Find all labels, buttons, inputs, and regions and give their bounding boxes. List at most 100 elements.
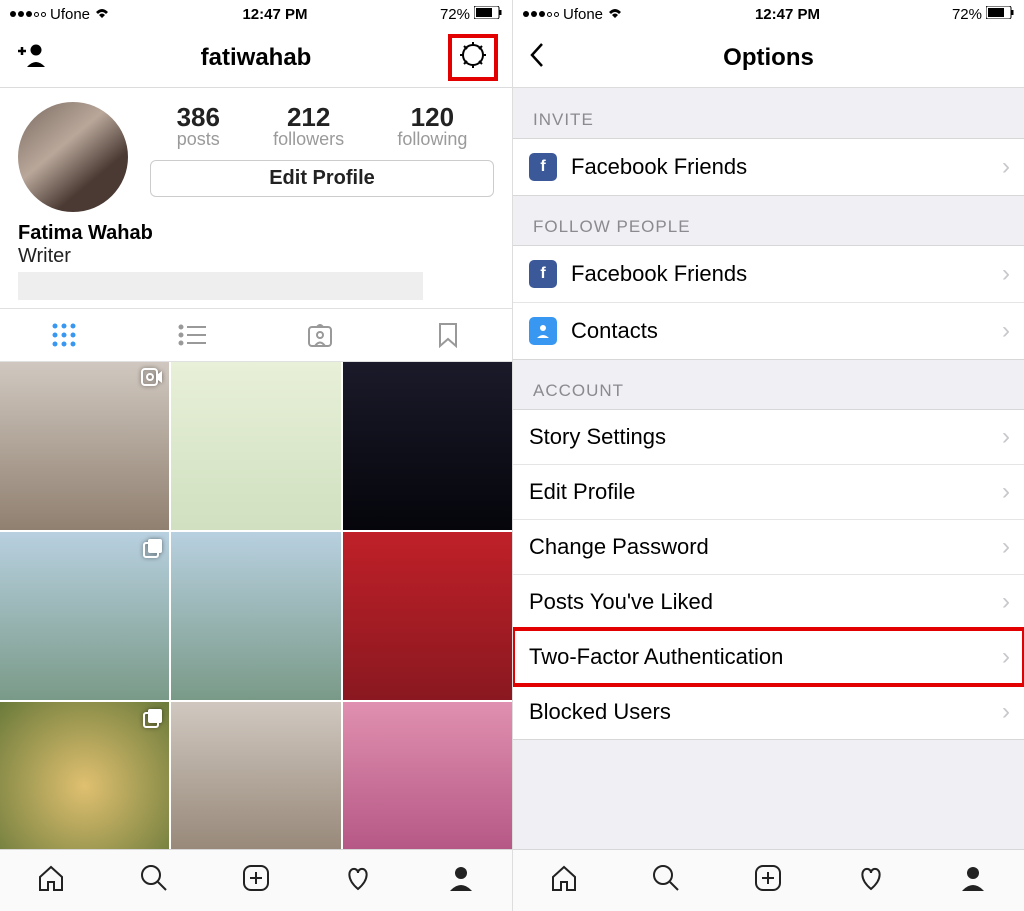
row-blocked-users[interactable]: Blocked Users ›	[513, 684, 1024, 740]
options-list[interactable]: INVITE f Facebook Friends › FOLLOW PEOPL…	[513, 88, 1024, 849]
row-two-factor-auth[interactable]: Two-Factor Authentication ›	[513, 629, 1024, 685]
section-account: ACCOUNT	[513, 359, 1024, 409]
row-label: Story Settings	[529, 424, 666, 450]
row-facebook-friends-follow[interactable]: f Facebook Friends ›	[513, 245, 1024, 303]
status-bar: Ufone 12:47 PM 72%	[0, 0, 512, 28]
tab-list[interactable]	[128, 309, 256, 361]
add-post-icon[interactable]	[241, 863, 271, 898]
post-cell[interactable]	[343, 702, 512, 849]
chevron-right-icon: ›	[1002, 317, 1010, 345]
row-posts-liked[interactable]: Posts You've Liked ›	[513, 574, 1024, 630]
post-cell[interactable]	[171, 532, 340, 700]
stat-posts[interactable]: 386 posts	[177, 102, 220, 150]
bottom-tab-bar	[0, 849, 512, 911]
carousel-icon	[143, 538, 163, 563]
options-title: Options	[723, 44, 814, 72]
posts-grid	[0, 362, 512, 849]
options-nav: Options	[513, 28, 1024, 88]
row-label: Blocked Users	[529, 699, 671, 725]
row-facebook-friends-invite[interactable]: f Facebook Friends ›	[513, 138, 1024, 196]
chevron-right-icon: ›	[1002, 423, 1010, 451]
profile-view-tabs	[0, 308, 512, 362]
post-cell[interactable]	[343, 362, 512, 530]
following-label: following	[397, 129, 467, 150]
gear-icon[interactable]	[458, 57, 488, 74]
post-cell[interactable]	[0, 702, 169, 849]
bio-link-redacted	[18, 272, 423, 300]
heart-icon[interactable]	[856, 863, 886, 898]
signal-dots-icon	[523, 11, 559, 17]
clock: 12:47 PM	[755, 6, 820, 23]
battery-percent: 72%	[440, 6, 470, 23]
back-icon[interactable]	[527, 40, 547, 75]
battery-percent: 72%	[952, 6, 982, 23]
profile-tab-icon[interactable]	[958, 863, 988, 898]
post-cell[interactable]	[171, 702, 340, 849]
add-user-icon[interactable]	[14, 41, 46, 74]
wifi-icon	[94, 6, 110, 23]
section-follow: FOLLOW PEOPLE	[513, 195, 1024, 245]
row-edit-profile[interactable]: Edit Profile ›	[513, 464, 1024, 520]
chevron-right-icon: ›	[1002, 533, 1010, 561]
post-cell[interactable]	[343, 532, 512, 700]
facebook-icon: f	[529, 153, 557, 181]
profile-tab-icon[interactable]	[446, 863, 476, 898]
row-label: Facebook Friends	[571, 154, 747, 180]
home-icon[interactable]	[36, 863, 66, 898]
chevron-right-icon: ›	[1002, 698, 1010, 726]
stat-following[interactable]: 120 following	[397, 102, 467, 150]
row-contacts[interactable]: Contacts ›	[513, 302, 1024, 360]
tab-tagged[interactable]	[256, 309, 384, 361]
profile-username: fatiwahab	[201, 44, 312, 72]
battery-icon	[986, 6, 1014, 23]
followers-label: followers	[273, 129, 344, 150]
row-label: Posts You've Liked	[529, 589, 713, 615]
heart-icon[interactable]	[343, 863, 373, 898]
row-story-settings[interactable]: Story Settings ›	[513, 409, 1024, 465]
row-change-password[interactable]: Change Password ›	[513, 519, 1024, 575]
chevron-right-icon: ›	[1002, 260, 1010, 288]
home-icon[interactable]	[549, 863, 579, 898]
row-label: Two-Factor Authentication	[529, 644, 783, 670]
wifi-icon	[607, 6, 623, 23]
add-post-icon[interactable]	[753, 863, 783, 898]
tab-grid[interactable]	[0, 309, 128, 361]
status-bar: Ufone 12:47 PM 72%	[513, 0, 1024, 28]
chevron-right-icon: ›	[1002, 588, 1010, 616]
bio-text: Writer	[18, 245, 494, 268]
options-screen: Ufone 12:47 PM 72% Options INVITE f Face…	[512, 0, 1024, 911]
post-cell[interactable]	[0, 362, 169, 530]
chevron-right-icon: ›	[1002, 643, 1010, 671]
bio-block: Fatima Wahab Writer	[0, 220, 512, 308]
contacts-icon	[529, 317, 557, 345]
row-label: Change Password	[529, 534, 709, 560]
carrier-label: Ufone	[50, 6, 90, 23]
row-label: Edit Profile	[529, 479, 635, 505]
row-label: Facebook Friends	[571, 261, 747, 287]
carrier-label: Ufone	[563, 6, 603, 23]
search-icon[interactable]	[651, 863, 681, 898]
chevron-right-icon: ›	[1002, 153, 1010, 181]
battery-icon	[474, 6, 502, 23]
search-icon[interactable]	[139, 863, 169, 898]
settings-gear-highlight	[448, 34, 498, 81]
edit-profile-button[interactable]: Edit Profile	[150, 160, 494, 197]
posts-label: posts	[177, 129, 220, 150]
post-cell[interactable]	[171, 362, 340, 530]
stat-followers[interactable]: 212 followers	[273, 102, 344, 150]
facebook-icon: f	[529, 260, 557, 288]
profile-screen: Ufone 12:47 PM 72% fatiwahab	[0, 0, 512, 911]
post-cell[interactable]	[0, 532, 169, 700]
avatar[interactable]	[18, 102, 128, 212]
profile-nav: fatiwahab	[0, 28, 512, 88]
tab-saved[interactable]	[384, 309, 512, 361]
row-label: Contacts	[571, 318, 658, 344]
section-invite: INVITE	[513, 88, 1024, 138]
video-icon	[141, 368, 163, 391]
profile-header: 386 posts 212 followers 120 following Ed…	[0, 88, 512, 220]
display-name: Fatima Wahab	[18, 222, 494, 245]
carousel-icon	[143, 708, 163, 733]
bottom-tab-bar	[513, 849, 1024, 911]
clock: 12:47 PM	[242, 6, 307, 23]
chevron-right-icon: ›	[1002, 478, 1010, 506]
